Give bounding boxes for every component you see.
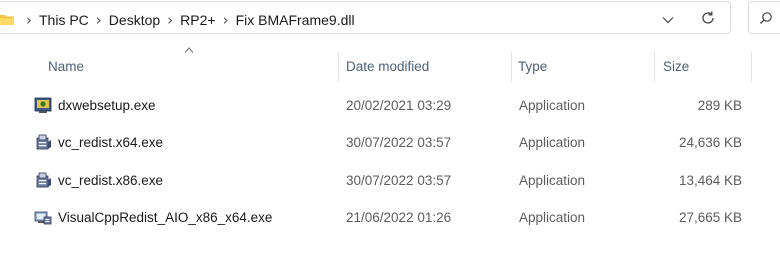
column-header-size[interactable]: Size bbox=[663, 50, 751, 82]
breadcrumb-current-folder[interactable]: Fix BMAFrame9.dll bbox=[233, 12, 358, 28]
breadcrumb-separator-icon[interactable]: › bbox=[163, 11, 177, 29]
file-type: Application bbox=[519, 97, 586, 113]
installer-icon bbox=[33, 165, 53, 195]
file-name[interactable]: vc_redist.x86.exe bbox=[58, 165, 163, 195]
file-size: 27,665 KB bbox=[678, 209, 742, 225]
address-bar-row: › This PC › Desktop › RP2+ › Fix BMAFram… bbox=[0, 0, 780, 38]
setup-icon bbox=[33, 90, 53, 120]
file-row[interactable]: vc_redist.x64.exe 30/07/2022 03:57 Appli… bbox=[26, 127, 756, 157]
file-type: Application bbox=[519, 172, 586, 188]
file-date-modified: 30/07/2022 03:57 bbox=[346, 172, 452, 188]
column-header-date-modified[interactable]: Date modified bbox=[346, 50, 511, 82]
breadcrumb: › This PC › Desktop › RP2+ › Fix BMAFram… bbox=[22, 11, 358, 29]
address-bar[interactable]: › This PC › Desktop › RP2+ › Fix BMAFram… bbox=[0, 1, 731, 34]
file-name[interactable]: dxwebsetup.exe bbox=[58, 90, 156, 120]
breadcrumb-separator-icon[interactable]: › bbox=[219, 11, 233, 29]
file-row[interactable]: dxwebsetup.exe 20/02/2021 03:29 Applicat… bbox=[26, 90, 756, 120]
file-name[interactable]: vc_redist.x64.exe bbox=[58, 127, 163, 157]
column-header-name[interactable]: Name bbox=[48, 50, 338, 82]
file-date-modified: 20/02/2021 03:29 bbox=[346, 97, 452, 113]
folder-icon bbox=[0, 12, 14, 26]
file-date-modified: 30/07/2022 03:57 bbox=[346, 134, 452, 150]
column-header-type[interactable]: Type bbox=[518, 50, 653, 82]
breadcrumb-separator-icon[interactable]: › bbox=[92, 11, 106, 29]
app-installer-icon bbox=[33, 202, 53, 232]
breadcrumb-this-pc[interactable]: This PC bbox=[36, 12, 92, 28]
column-divider[interactable] bbox=[511, 52, 512, 82]
file-size: 13,464 KB bbox=[678, 172, 742, 188]
breadcrumb-desktop[interactable]: Desktop bbox=[106, 12, 163, 28]
breadcrumb-separator-icon[interactable]: › bbox=[22, 11, 36, 29]
file-date-modified: 21/06/2022 01:26 bbox=[346, 209, 452, 225]
column-divider[interactable] bbox=[338, 52, 339, 82]
file-row[interactable]: VisualCppRedist_AIO_x86_x64.exe 21/06/20… bbox=[26, 202, 756, 232]
file-type: Application bbox=[519, 209, 586, 225]
file-row[interactable]: vc_redist.x86.exe 30/07/2022 03:57 Appli… bbox=[26, 165, 756, 195]
column-divider[interactable] bbox=[654, 52, 655, 82]
search-icon bbox=[760, 12, 772, 24]
file-name[interactable]: VisualCppRedist_AIO_x86_x64.exe bbox=[58, 202, 272, 232]
file-size: 289 KB bbox=[697, 97, 742, 113]
breadcrumb-rp2[interactable]: RP2+ bbox=[177, 12, 218, 28]
search-input[interactable] bbox=[748, 1, 780, 34]
file-size: 24,636 KB bbox=[678, 134, 742, 150]
column-divider[interactable] bbox=[751, 52, 752, 82]
chevron-down-icon bbox=[662, 17, 674, 24]
refresh-button[interactable] bbox=[695, 6, 721, 30]
refresh-icon bbox=[702, 11, 714, 24]
file-type: Application bbox=[519, 134, 586, 150]
installer-icon bbox=[33, 127, 53, 157]
address-history-dropdown[interactable] bbox=[655, 9, 681, 31]
